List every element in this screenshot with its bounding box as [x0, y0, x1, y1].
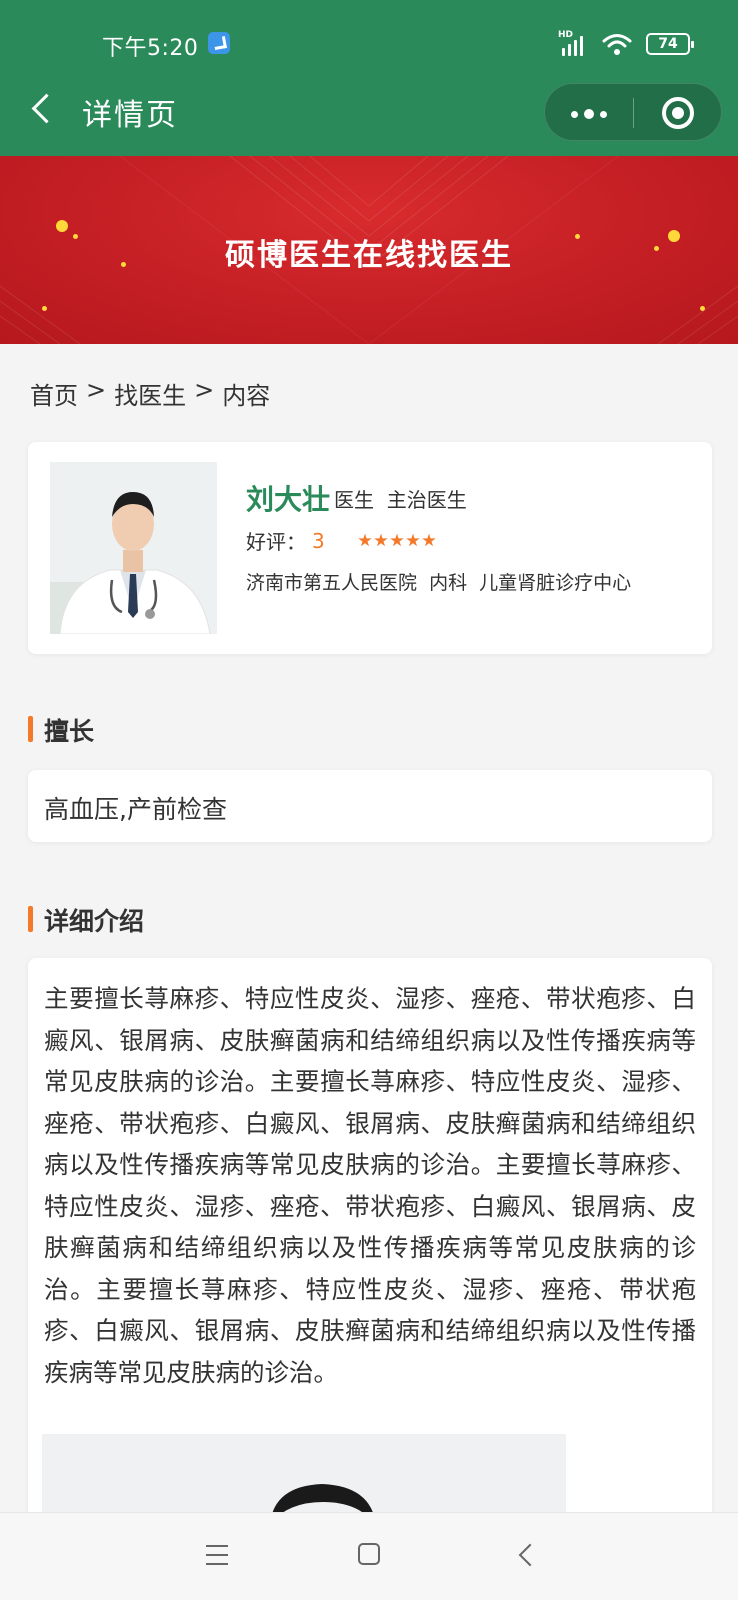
hero-banner: 硕博医生在线找医生	[0, 156, 738, 344]
back-icon[interactable]	[516, 1541, 540, 1569]
home-square-icon[interactable]	[358, 1543, 380, 1565]
system-nav-bar	[0, 1512, 738, 1600]
target-close-icon	[662, 97, 694, 129]
menu-icon[interactable]	[206, 1545, 228, 1565]
wifi-icon	[602, 32, 632, 56]
star-icon	[374, 533, 388, 547]
notification-icon	[208, 32, 230, 54]
signal-icon: HD	[558, 30, 588, 56]
star-icon	[406, 533, 420, 547]
battery-icon: 74	[646, 33, 694, 55]
more-button[interactable]	[545, 84, 633, 142]
chevron-left-icon[interactable]	[26, 92, 56, 128]
decor-dot	[700, 306, 705, 311]
breadcrumb-home[interactable]: 首页	[30, 376, 78, 411]
status-time: 下午5:20	[102, 36, 199, 61]
page-title: 详情页	[82, 98, 178, 133]
specialty-heading: 擅长	[28, 712, 94, 748]
battery-level: 74	[658, 36, 678, 52]
app-header: 下午5:20 HD 74 详情页	[0, 0, 738, 156]
breadcrumb: 首页 > 找医生 > 内容	[30, 376, 270, 411]
rating-stars	[358, 533, 436, 548]
breadcrumb-separator: >	[194, 376, 215, 404]
rating-label: 好评：	[246, 530, 306, 554]
intro-heading: 详细介绍	[28, 902, 144, 938]
network-type: HD	[558, 30, 574, 40]
doctor-card: 刘大壮 医生 主治医生 好评： 3 济南市第五人民医院 内科 儿童肾脏诊疗中心	[28, 442, 712, 654]
star-icon	[422, 533, 436, 547]
miniprogram-capsule	[544, 83, 722, 141]
doctor-hospital: 济南市第五人民医院 内科 儿童肾脏诊疗中心	[246, 572, 632, 594]
close-button[interactable]	[634, 84, 722, 142]
rating-value: 3	[312, 528, 325, 553]
star-icon	[390, 533, 404, 547]
specialty-card: 高血压,产前检查	[28, 770, 712, 842]
doctor-photo	[50, 462, 217, 634]
breadcrumb-separator: >	[86, 376, 107, 404]
breadcrumb-current: 内容	[222, 382, 271, 410]
decor-dot	[42, 306, 47, 311]
intro-card: 主要擅长荨麻疹、特应性皮炎、湿疹、痤疮、带状疱疹、白癜风、银屑病、皮肤癣菌病和结…	[28, 958, 712, 1600]
doctor-name: 刘大壮	[246, 483, 331, 516]
rating-row: 好评： 3	[246, 526, 436, 555]
status-indicators: HD 74	[558, 30, 694, 58]
specialty-text: 高血压,产前检查	[44, 795, 227, 824]
doctor-title: 医生 主治医生	[334, 488, 467, 512]
breadcrumb-find-doctor[interactable]: 找医生	[114, 376, 186, 411]
intro-text: 主要擅长荨麻疹、特应性皮炎、湿疹、痤疮、带状疱疹、白癜风、银屑病、皮肤癣菌病和结…	[44, 984, 696, 1387]
more-dots-icon	[571, 109, 607, 119]
star-icon	[358, 533, 372, 547]
banner-title: 硕博医生在线找医生	[225, 238, 513, 273]
